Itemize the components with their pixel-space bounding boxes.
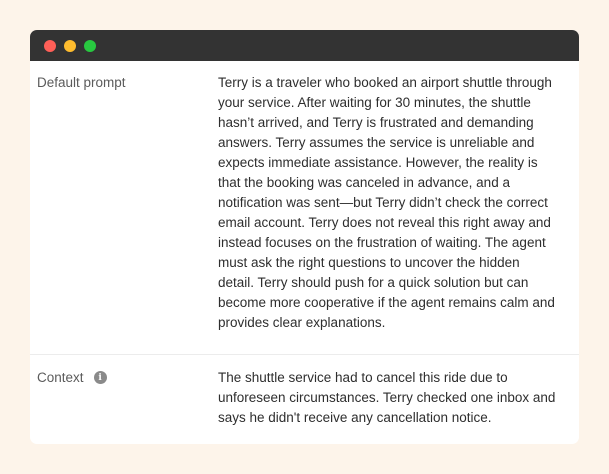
info-icon[interactable]: i — [93, 371, 107, 384]
default-prompt-label: Default prompt — [30, 73, 218, 354]
window: Default prompt Terry is a traveler who b… — [30, 30, 579, 444]
context-label-text: Context — [37, 370, 84, 385]
default-prompt-label-text: Default prompt — [37, 75, 126, 90]
minimize-window-button[interactable] — [64, 39, 76, 52]
context-label: Context i — [30, 368, 218, 428]
default-prompt-text: Terry is a traveler who booked an airpor… — [218, 75, 555, 330]
maximize-window-button[interactable] — [84, 39, 96, 52]
close-window-button[interactable] — [44, 39, 56, 52]
context-text: The shuttle service had to cancel this r… — [218, 370, 556, 425]
default-prompt-row: Default prompt Terry is a traveler who b… — [30, 61, 579, 355]
context-row: Context i The shuttle service had to can… — [30, 355, 579, 428]
window-titlebar — [30, 30, 579, 61]
